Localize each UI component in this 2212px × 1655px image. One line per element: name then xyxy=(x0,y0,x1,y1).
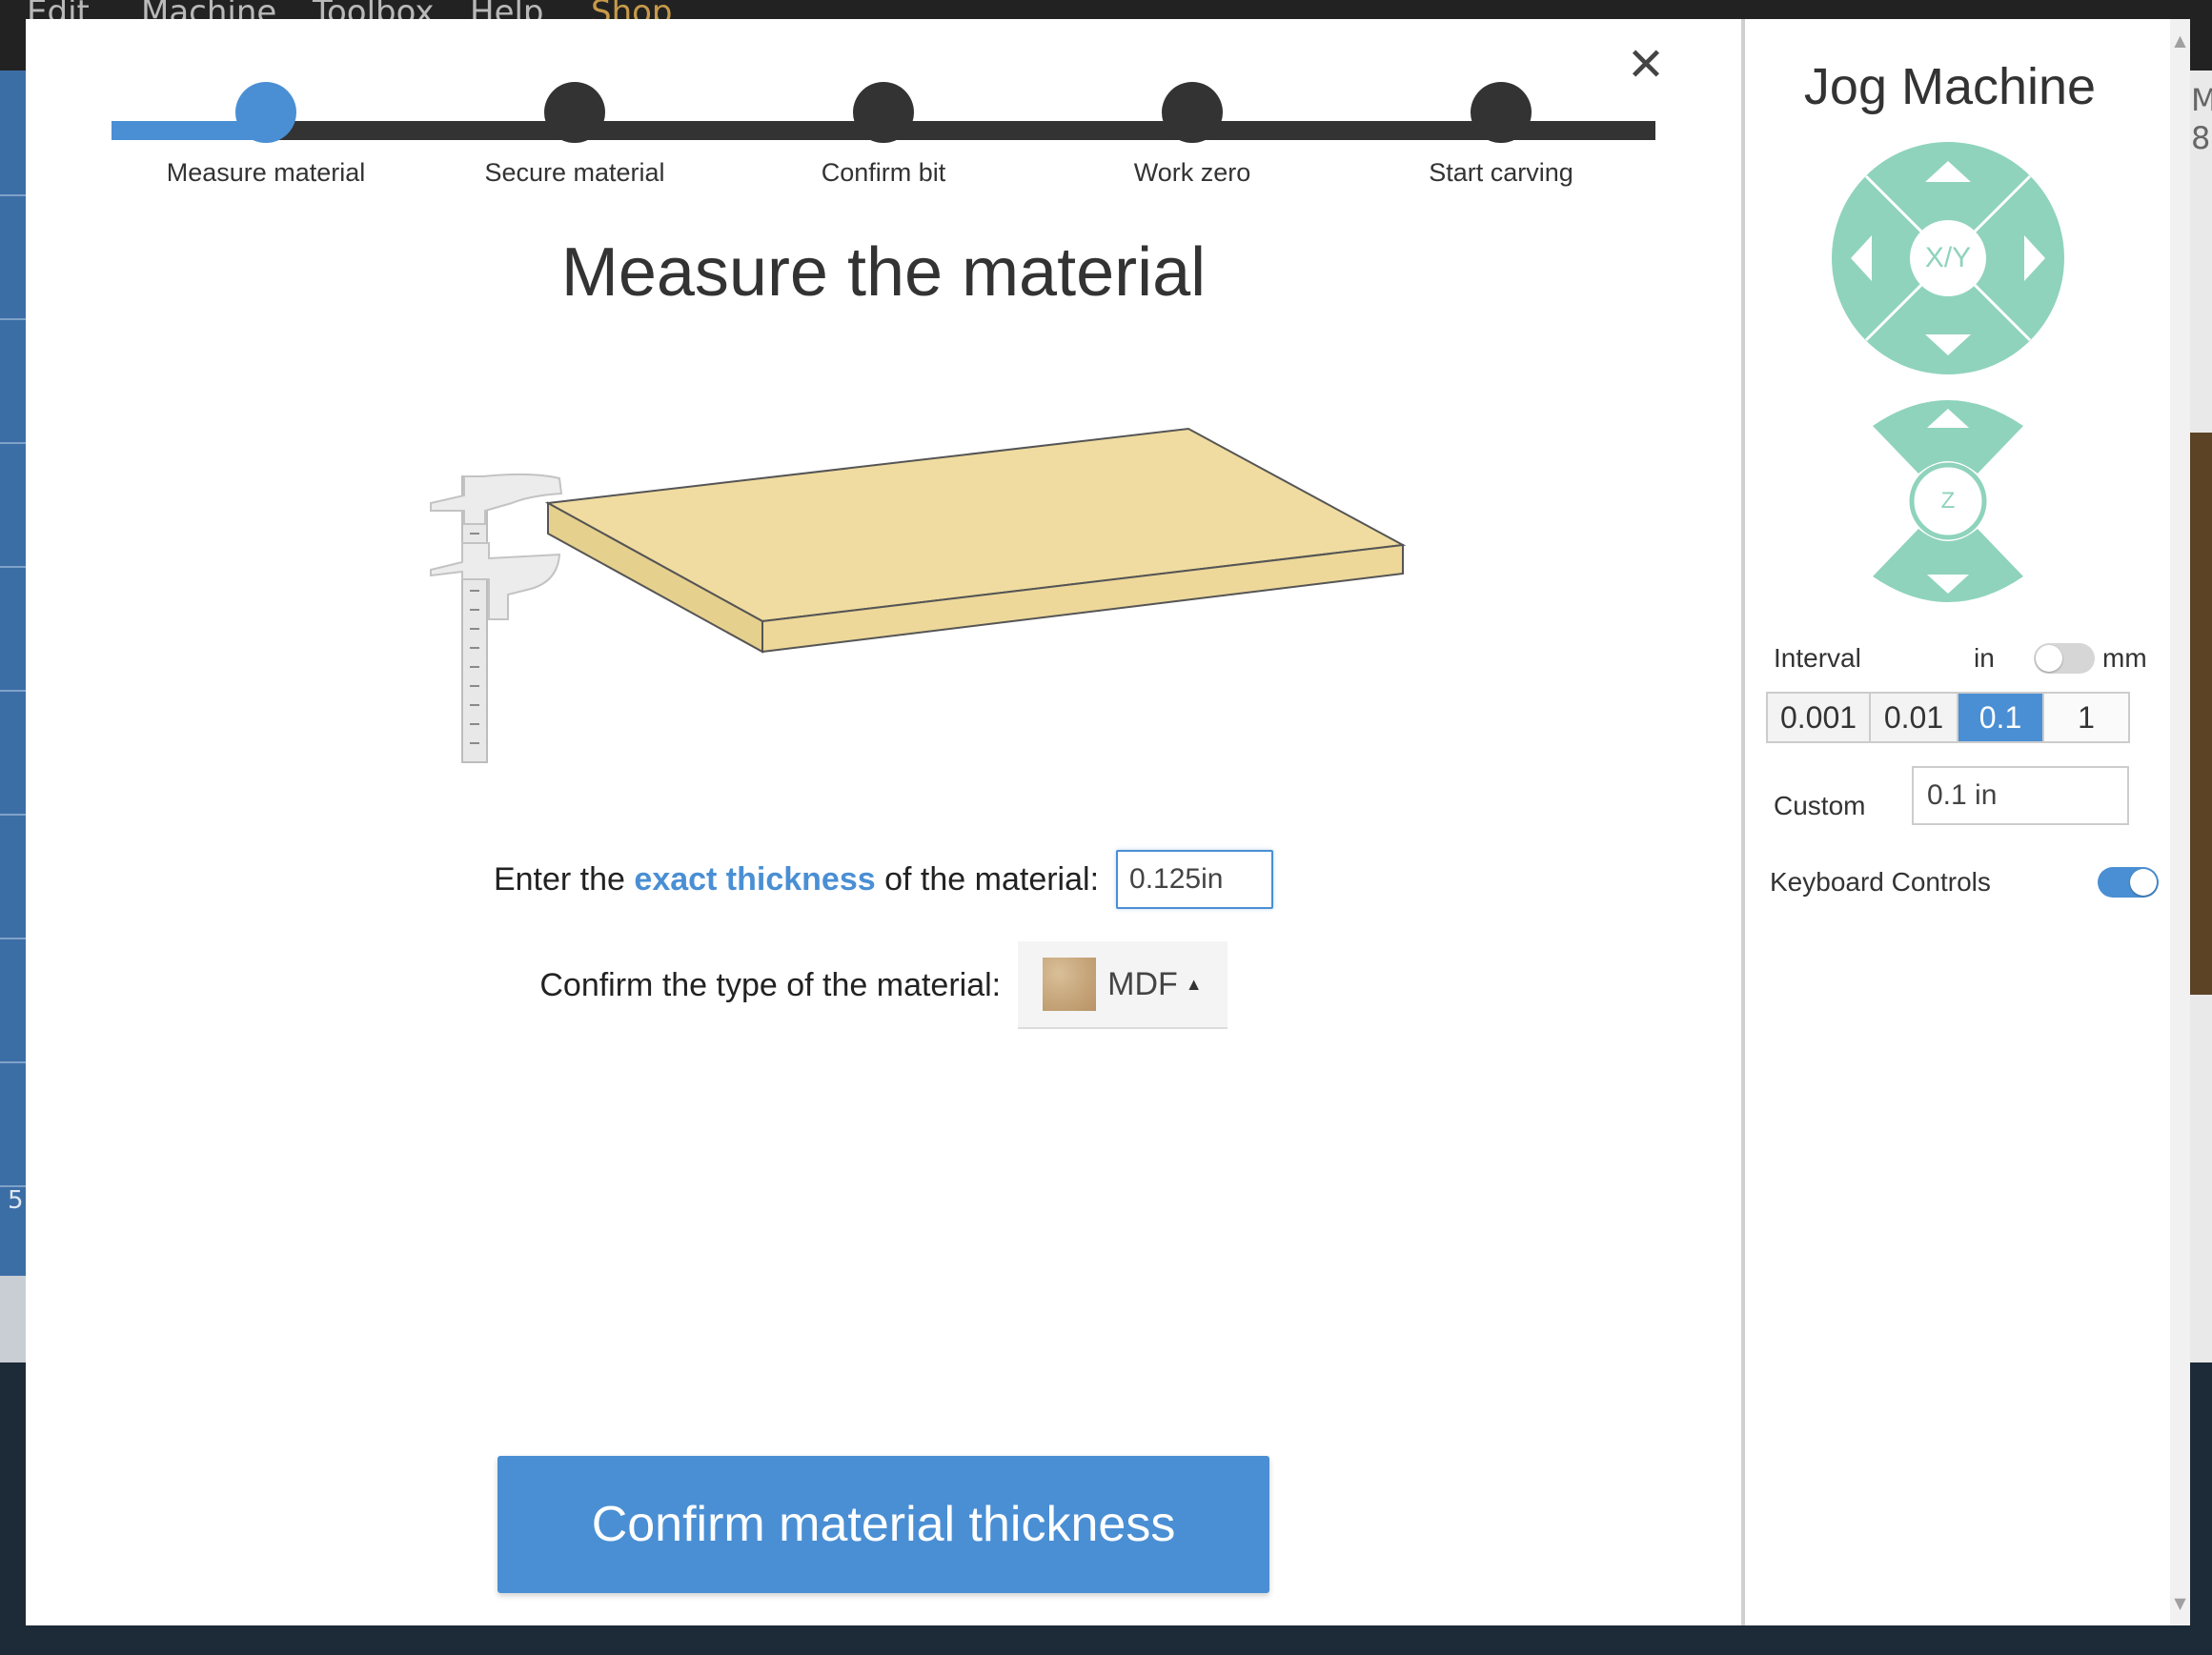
thickness-label-accent: exact thickness xyxy=(634,860,876,898)
material-select[interactable]: MDF ▲ xyxy=(1018,941,1228,1029)
caliper-icon xyxy=(430,473,563,763)
keyboard-controls-toggle[interactable] xyxy=(2098,867,2159,898)
wood-preview xyxy=(2189,433,2212,995)
row-divider xyxy=(0,442,29,444)
step-secure-material[interactable]: Secure material xyxy=(432,82,718,188)
arrow-left-icon xyxy=(1851,235,1872,281)
step-label: Confirm bit xyxy=(821,158,946,187)
unit-in-label: in xyxy=(1974,643,1995,673)
confirm-thickness-button[interactable]: Confirm material thickness xyxy=(497,1456,1269,1593)
jog-z-down-button[interactable] xyxy=(1910,550,1986,607)
step-confirm-bit[interactable]: Confirm bit xyxy=(741,82,1026,188)
thickness-label-end: of the material: xyxy=(884,860,1100,898)
interval-button-group: 0.001 0.01 0.1 1 xyxy=(1766,692,2130,743)
arrow-up-icon xyxy=(1925,161,1971,182)
carve-wizard-modal: ✕ Measure material Secure material Confi… xyxy=(26,19,2190,1625)
unit-mm-label: mm xyxy=(2102,643,2147,673)
caliper-and-board-illustration xyxy=(430,427,1407,763)
toggle-knob xyxy=(2130,869,2157,896)
step-measure-material[interactable]: Measure material xyxy=(123,82,409,188)
wizard-main: ✕ Measure material Secure material Confi… xyxy=(26,19,1741,1625)
jog-x-plus-button[interactable] xyxy=(2009,220,2066,296)
jog-panel: Jog Machine X/Y Z Interval in mm 0.001 0… xyxy=(1745,19,2190,1625)
app-right-edge xyxy=(2189,71,2212,1362)
step-dot xyxy=(1471,82,1532,143)
app-left-number: 5 xyxy=(8,1186,24,1215)
step-dot xyxy=(235,82,296,143)
z-jog-pad: Z xyxy=(1871,395,2025,607)
material-swatch xyxy=(1043,958,1097,1011)
step-label: Measure material xyxy=(166,158,366,187)
caret-up-icon: ▲ xyxy=(1185,974,1203,994)
jog-title: Jog Machine xyxy=(1803,58,2097,115)
row-divider xyxy=(0,566,29,568)
xy-label: X/Y xyxy=(1924,242,1972,273)
board-icon xyxy=(544,427,1407,654)
page-title: Measure the material xyxy=(560,234,1207,311)
interval-label: Interval xyxy=(1774,643,1861,673)
arrow-down-icon xyxy=(1925,334,1971,355)
step-label: Work zero xyxy=(1133,158,1251,187)
scroll-down-icon[interactable]: ▼ xyxy=(2170,1589,2190,1618)
row-divider xyxy=(0,194,29,196)
material-row: Confirm the type of the material: MDF ▲ xyxy=(26,941,1741,1029)
step-dot xyxy=(1162,82,1223,143)
jog-y-plus-button[interactable] xyxy=(1910,140,1986,197)
step-work-zero[interactable]: Work zero xyxy=(1049,82,1335,188)
app-right-text: M 8 xyxy=(2191,82,2212,156)
row-divider xyxy=(0,1061,29,1063)
interval-0-01-button[interactable]: 0.01 xyxy=(1871,694,1958,741)
custom-label: Custom xyxy=(1774,791,1866,820)
scroll-up-icon[interactable]: ▲ xyxy=(2170,27,2190,55)
row-divider xyxy=(0,690,29,692)
z-label: Z xyxy=(1940,488,1956,514)
interval-row: Interval in mm xyxy=(1774,636,2147,683)
interval-1-button[interactable]: 1 xyxy=(2044,694,2128,741)
step-label: Start carving xyxy=(1429,158,1573,187)
step-dot xyxy=(853,82,914,143)
thickness-label: Enter the exact thickness of the materia… xyxy=(494,861,1099,898)
custom-interval-input[interactable] xyxy=(1912,766,2129,825)
material-selected: MDF xyxy=(1107,965,1178,1002)
thickness-input[interactable] xyxy=(1116,850,1274,909)
step-start-carving[interactable]: Start carving xyxy=(1358,82,1644,188)
material-label: Confirm the type of the material: xyxy=(539,966,1002,1003)
unit-toggle[interactable] xyxy=(2034,643,2095,674)
interval-0-001-button[interactable]: 0.001 xyxy=(1768,694,1871,741)
arrow-right-icon xyxy=(2024,235,2045,281)
keyboard-controls-label: Keyboard Controls xyxy=(1770,867,1991,897)
jog-x-minus-button[interactable] xyxy=(1830,220,1887,296)
jog-y-minus-button[interactable] xyxy=(1910,319,1986,376)
row-divider xyxy=(0,938,29,939)
thickness-row: Enter the exact thickness of the materia… xyxy=(26,850,1741,909)
arrow-down-icon xyxy=(1927,575,1969,594)
jog-panel-scrollbar[interactable]: ▲ ▼ xyxy=(2170,19,2190,1625)
step-dot xyxy=(544,82,605,143)
jog-z-up-button[interactable] xyxy=(1910,395,1986,453)
arrow-up-icon xyxy=(1927,409,1969,428)
xy-jog-pad: X/Y xyxy=(1830,140,2066,376)
toggle-knob xyxy=(2036,645,2062,672)
interval-0-1-button[interactable]: 0.1 xyxy=(1958,694,2044,741)
app-left-strip xyxy=(0,71,29,1276)
row-divider xyxy=(0,318,29,320)
thickness-label-start: Enter the xyxy=(493,860,625,898)
row-divider xyxy=(0,814,29,816)
step-label: Secure material xyxy=(484,158,665,187)
